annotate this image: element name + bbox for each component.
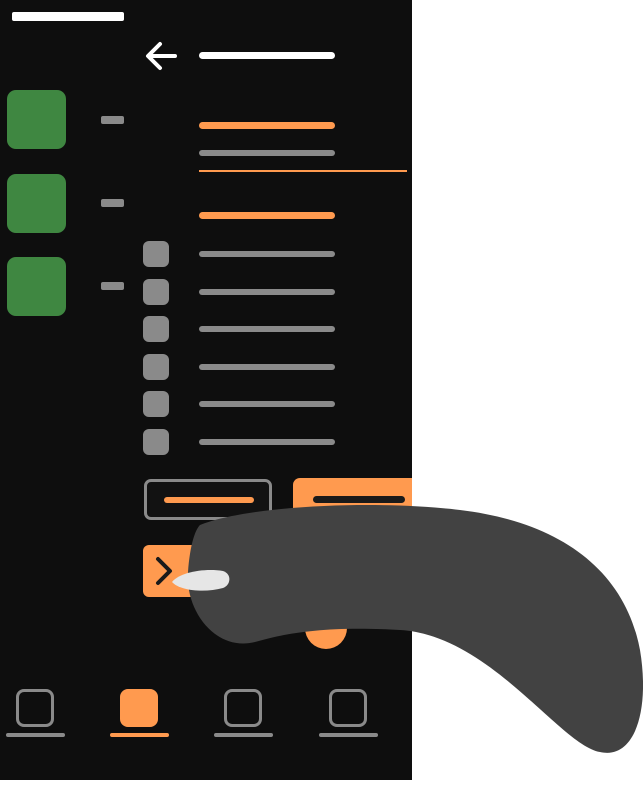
chevron-right-icon xyxy=(156,557,172,585)
app-tile-label xyxy=(101,116,124,124)
floating-action-button[interactable] xyxy=(305,625,347,649)
list-item-label xyxy=(199,251,335,257)
list-item-label xyxy=(199,401,335,407)
list-item-checkbox[interactable] xyxy=(143,429,169,455)
tab-indicator xyxy=(6,733,65,737)
list-item-checkbox[interactable] xyxy=(143,241,169,267)
list-item-checkbox[interactable] xyxy=(143,316,169,342)
app-screen xyxy=(0,0,412,780)
section-heading xyxy=(199,122,335,129)
list-item-checkbox[interactable] xyxy=(143,279,169,305)
app-tile-label xyxy=(101,199,124,207)
status-bar xyxy=(12,12,124,21)
primary-button[interactable] xyxy=(293,478,412,522)
tab-icon[interactable] xyxy=(224,689,262,727)
app-tile[interactable] xyxy=(7,90,66,149)
list-item-checkbox[interactable] xyxy=(143,354,169,380)
tab-icon[interactable] xyxy=(16,689,54,727)
list-heading xyxy=(199,212,335,219)
tab-indicator xyxy=(214,733,273,737)
tab-icon[interactable] xyxy=(329,689,367,727)
section-divider xyxy=(199,170,407,172)
list-item-label xyxy=(199,439,335,445)
tab-indicator xyxy=(319,733,378,737)
tab-icon-active[interactable] xyxy=(120,689,158,727)
secondary-button-label xyxy=(164,497,254,503)
tab-indicator-active xyxy=(110,733,169,737)
code-button[interactable] xyxy=(143,545,197,597)
app-tile[interactable] xyxy=(7,174,66,233)
list-item-label xyxy=(199,326,335,332)
page-title xyxy=(199,52,335,59)
list-item-label xyxy=(199,364,335,370)
secondary-button[interactable] xyxy=(144,479,272,520)
list-item-checkbox[interactable] xyxy=(143,391,169,417)
section-subheading xyxy=(199,150,335,156)
arrow-left-icon[interactable] xyxy=(144,40,178,72)
primary-button-label xyxy=(313,496,405,503)
list-item-label xyxy=(199,289,335,295)
app-tile[interactable] xyxy=(7,257,66,316)
app-tile-label xyxy=(101,282,124,290)
